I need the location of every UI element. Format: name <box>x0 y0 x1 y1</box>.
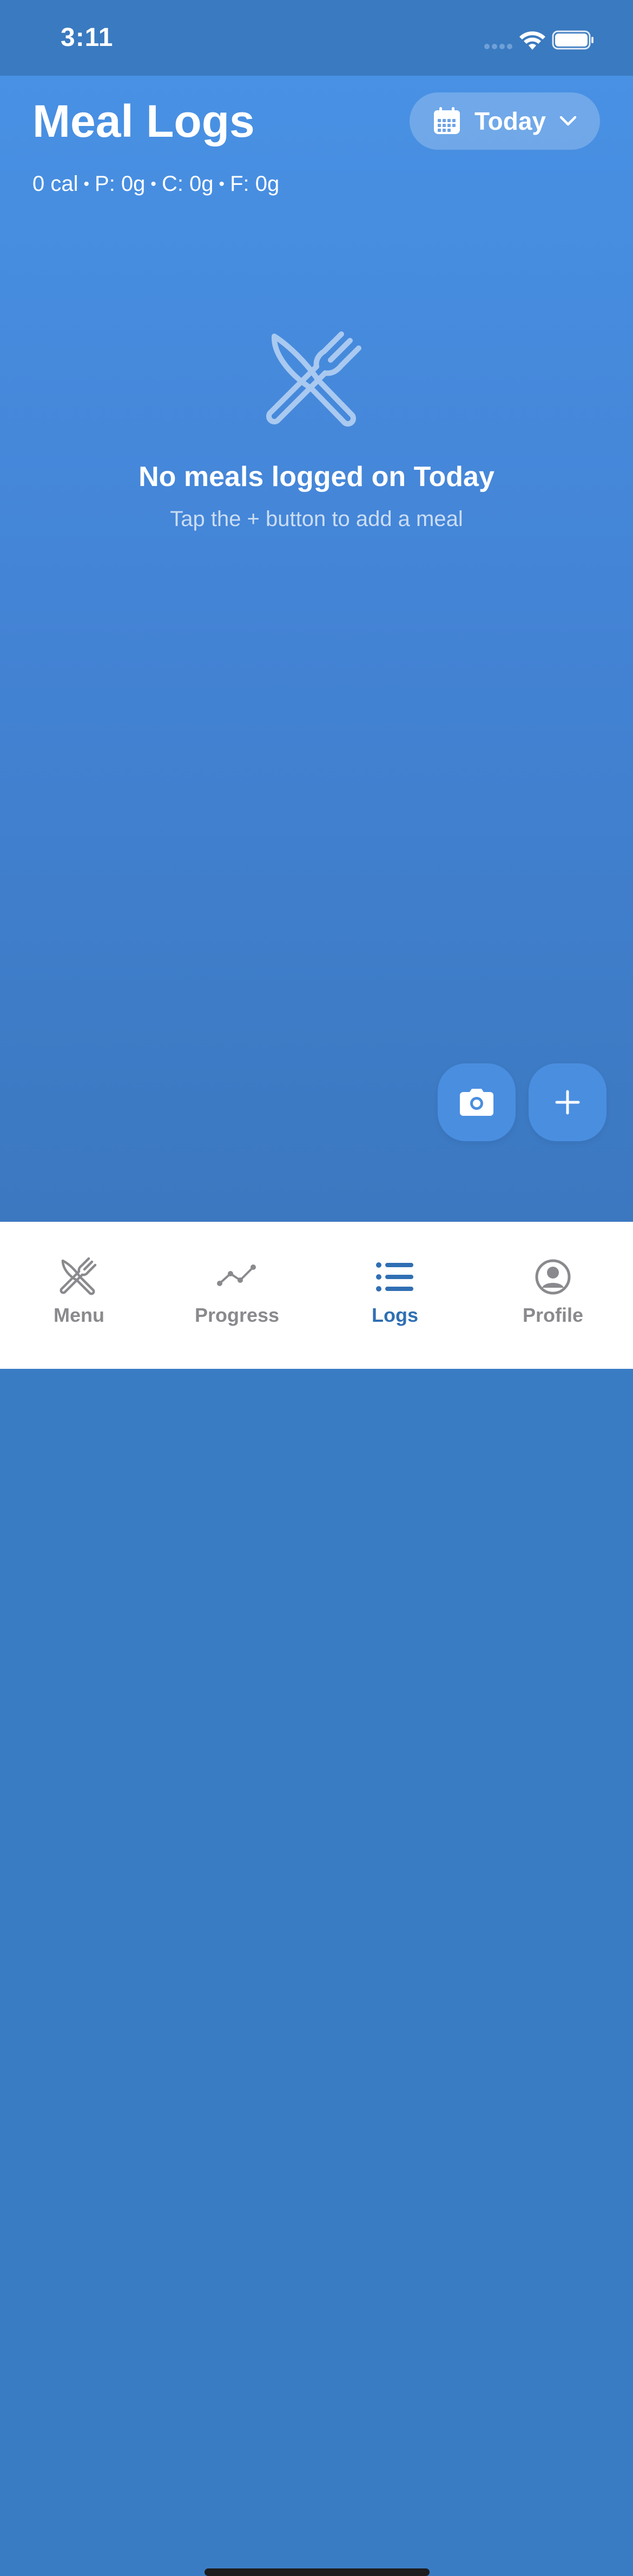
tab-bar: Menu Progress Logs Profile <box>0 1222 633 2576</box>
list-icon <box>376 1262 413 1292</box>
tab-logs[interactable]: Logs <box>316 1222 474 1330</box>
date-selector-button[interactable]: Today <box>410 92 600 150</box>
calories-total: 0 cal <box>32 172 78 196</box>
calendar-icon <box>433 107 460 134</box>
fork-knife-icon <box>60 1257 97 1295</box>
date-selector-label: Today <box>474 107 546 135</box>
separator-dot: • <box>219 175 225 193</box>
empty-state-title: No meals logged on Today <box>139 461 494 492</box>
page-title: Meal Logs <box>32 96 255 147</box>
status-indicators-icon <box>484 30 594 50</box>
tab-label: Profile <box>522 1304 584 1326</box>
camera-icon <box>460 1089 493 1116</box>
main-content: Meal Logs Today 0 cal • P: 0g • C: 0g • … <box>0 76 633 1222</box>
macro-summary: 0 cal • P: 0g • C: 0g • F: 0g <box>32 172 279 196</box>
tab-progress[interactable]: Progress <box>158 1222 316 1330</box>
plus-icon <box>555 1090 580 1115</box>
protein-total: P: 0g <box>95 172 146 196</box>
chevron-down-icon <box>559 116 577 126</box>
fat-total: F: 0g <box>230 172 280 196</box>
tab-label: Logs <box>372 1304 418 1326</box>
empty-state-subtitle: Tap the + button to add a meal <box>170 507 463 531</box>
tab-menu[interactable]: Menu <box>0 1222 158 1330</box>
tab-label: Menu <box>54 1304 104 1326</box>
empty-state: No meals logged on Today Tap the + butto… <box>0 324 633 531</box>
tab-label: Progress <box>194 1304 280 1326</box>
home-indicator[interactable] <box>205 2568 430 2576</box>
profile-icon <box>535 1259 571 1295</box>
separator-dot: • <box>83 175 90 193</box>
status-icons <box>484 27 603 54</box>
separator-dot: • <box>150 175 156 193</box>
add-meal-button[interactable] <box>529 1063 606 1141</box>
status-bar: 3:11 <box>0 0 633 76</box>
tab-profile[interactable]: Profile <box>474 1222 632 1330</box>
fork-knife-icon <box>266 331 361 427</box>
camera-button[interactable] <box>438 1063 516 1141</box>
status-time: 3:11 <box>61 23 114 52</box>
chart-line-icon <box>217 1264 256 1286</box>
carbs-total: C: 0g <box>161 172 214 196</box>
